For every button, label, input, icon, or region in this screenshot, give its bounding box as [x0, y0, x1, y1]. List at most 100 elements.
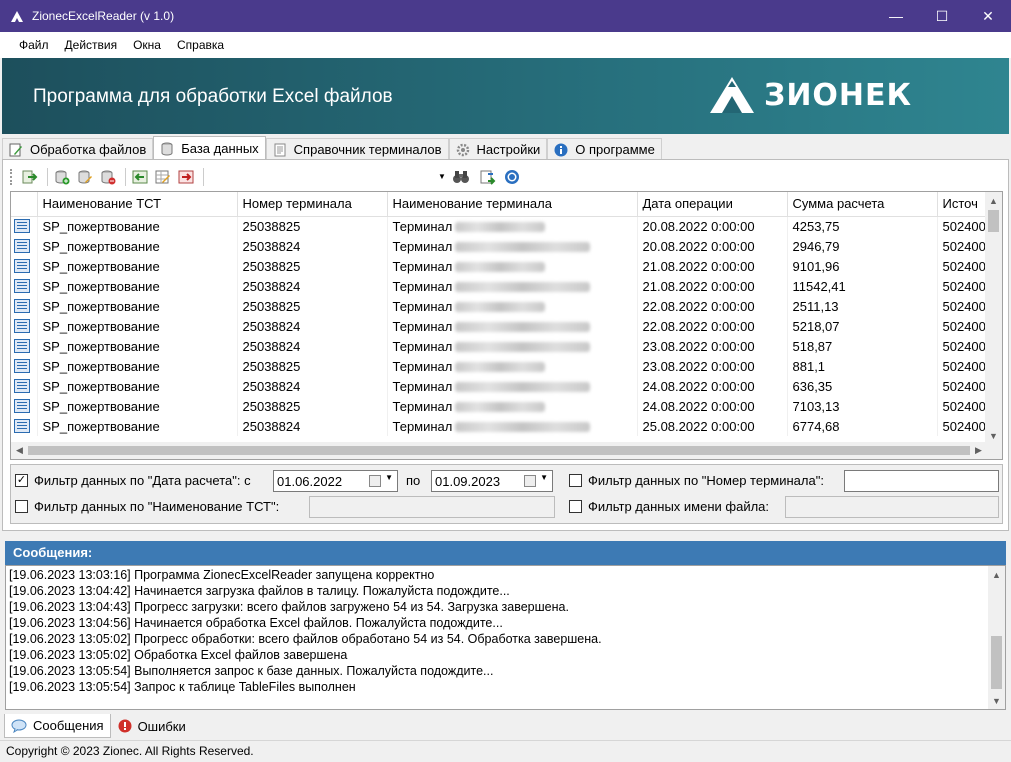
messages-vertical-scrollbar[interactable]: ▲ ▼: [988, 566, 1005, 709]
cell-terminal-name: Терминал: [387, 296, 638, 316]
export-button[interactable]: [176, 167, 196, 187]
load-arrow-icon: [22, 170, 38, 184]
cell-terminal-number: 25038824: [237, 276, 388, 296]
load-data-button[interactable]: [20, 167, 40, 187]
cell-amount: 636,35: [787, 376, 938, 396]
table-row[interactable]: SP_пожертвование 25038824 Терминал 21.08.20…: [11, 276, 998, 296]
table-row[interactable]: SP_пожертвование 25038825 Терминал 23.08.20…: [11, 356, 998, 376]
calendar-icon: [524, 475, 536, 487]
edit-record-button[interactable]: [75, 167, 95, 187]
minimize-button[interactable]: —: [873, 0, 919, 32]
table-row[interactable]: SP_пожертвование 25038825 Терминал 21.08.20…: [11, 256, 998, 276]
scroll-down-icon[interactable]: ▼: [988, 692, 1005, 709]
filename-filter-row: Фильтр данных имени файла:: [569, 499, 769, 514]
maximize-button[interactable]: ☐: [919, 0, 965, 32]
menu-file[interactable]: Файл: [11, 32, 57, 58]
tst-filter-input[interactable]: [309, 496, 555, 518]
file-edit-icon: [8, 142, 24, 158]
tab-settings[interactable]: Настройки: [448, 138, 548, 160]
table-row[interactable]: SP_пожертвование 25038825 Терминал 24.08.20…: [11, 396, 998, 416]
search-button[interactable]: [451, 167, 471, 187]
cell-terminal-name: Терминал: [387, 276, 638, 296]
cell-tst-name: SP_пожертвование: [37, 336, 238, 356]
data-table: Наименование ТСТ Номер терминала Наимено…: [11, 192, 998, 436]
menu-windows[interactable]: Окна: [125, 32, 169, 58]
cell-terminal-name: Терминал: [387, 416, 638, 436]
delete-record-button[interactable]: [98, 167, 118, 187]
table-row[interactable]: SP_пожертвование 25038824 Терминал 22.08.20…: [11, 316, 998, 336]
terminal-name-text: Терминал: [392, 338, 453, 354]
tab-terminal-directory[interactable]: Справочник терминалов: [265, 138, 449, 160]
col-header-amount[interactable]: Сумма расчета: [787, 192, 938, 217]
col-header-terminal-name[interactable]: Наименование терминала: [387, 192, 638, 217]
table-row[interactable]: SP_пожертвование 25038824 Терминал 25.08.20…: [11, 416, 998, 436]
close-button[interactable]: ✕: [965, 0, 1011, 32]
terminal-filter-checkbox[interactable]: [569, 474, 582, 487]
table-header-row: Наименование ТСТ Номер терминала Наимено…: [11, 192, 998, 217]
cell-terminal-name: Терминал: [387, 376, 638, 396]
scroll-thumb[interactable]: [988, 210, 999, 232]
date-from-picker[interactable]: 01.06.2022 ▼: [273, 470, 398, 492]
header-banner: Программа для обработки Excel файлов ЗИО…: [2, 58, 1009, 134]
cell-terminal-name: Терминал: [387, 336, 638, 356]
cell-operation-date: 20.08.2022 0:00:00: [637, 216, 788, 236]
db-delete-icon: [101, 170, 116, 185]
tst-filter-checkbox[interactable]: [15, 500, 28, 513]
filename-filter-checkbox[interactable]: [569, 500, 582, 513]
cell-terminal-name: Терминал: [387, 356, 638, 376]
col-header-icon[interactable]: [11, 192, 38, 217]
tab-about[interactable]: О программе: [547, 138, 662, 160]
tab-errors[interactable]: Ошибки: [111, 714, 193, 738]
grid-vertical-scrollbar[interactable]: ▲ ▼: [985, 192, 1002, 444]
title-bar: ZionecExcelReader (v 1.0) — ☐ ✕: [0, 0, 1011, 32]
date-to-picker[interactable]: 01.09.2023 ▼: [431, 470, 553, 492]
db-add-icon: [55, 170, 70, 185]
messages-log[interactable]: [19.06.2023 13:03:16] Программа ZionecEx…: [5, 565, 1006, 710]
row-icon-cell: [11, 376, 38, 396]
filename-filter-input[interactable]: [785, 496, 999, 518]
tab-database[interactable]: База данных: [153, 136, 266, 160]
document-icon: [272, 142, 288, 158]
edit-table-button[interactable]: [153, 167, 173, 187]
scroll-thumb[interactable]: [991, 636, 1002, 689]
col-header-tst-name[interactable]: Наименование ТСТ: [37, 192, 238, 217]
menu-help[interactable]: Справка: [169, 32, 232, 58]
toolbar-overflow-chevron-icon[interactable]: ▼: [438, 172, 446, 181]
col-header-operation-date[interactable]: Дата операции: [637, 192, 788, 217]
redacted-text: [455, 342, 591, 353]
table-row[interactable]: SP_пожертвование 25038824 Терминал 23.08.20…: [11, 336, 998, 356]
scroll-thumb[interactable]: [28, 446, 970, 455]
cell-amount: 2946,79: [787, 236, 938, 256]
col-header-terminal-number[interactable]: Номер терминала: [237, 192, 388, 217]
log-line: [19.06.2023 13:05:54] Запрос к таблице T…: [9, 680, 356, 694]
scroll-up-icon[interactable]: ▲: [985, 192, 1002, 209]
log-line: [19.06.2023 13:05:02] Прогресс обработки…: [9, 632, 602, 646]
tab-messages[interactable]: Сообщения: [4, 714, 111, 738]
status-bar: Copyright © 2023 Zionec. All Rights Rese…: [0, 740, 1011, 762]
table-row[interactable]: SP_пожертвование 25038824 Терминал 24.08.20…: [11, 376, 998, 396]
row-icon-cell: [11, 296, 38, 316]
stop-button[interactable]: [502, 167, 522, 187]
table-row[interactable]: SP_пожертвование 25038824 Терминал 20.08.20…: [11, 236, 998, 256]
import-button[interactable]: [130, 167, 150, 187]
add-record-button[interactable]: [52, 167, 72, 187]
scroll-left-icon[interactable]: ◀: [11, 442, 28, 459]
table-row[interactable]: SP_пожертвование 25038825 Терминал 20.08.20…: [11, 216, 998, 236]
tab-file-processing[interactable]: Обработка файлов: [2, 138, 154, 160]
cell-tst-name: SP_пожертвование: [37, 376, 238, 396]
terminal-filter-label: Фильтр данных по "Номер терминала":: [588, 473, 824, 488]
terminal-name-text: Терминал: [392, 418, 453, 434]
refresh-button[interactable]: [478, 167, 498, 187]
terminal-filter-input[interactable]: [844, 470, 999, 492]
grid-horizontal-scrollbar[interactable]: ◀ ▶: [11, 442, 987, 459]
menu-bar: Файл Действия Окна Справка: [0, 32, 1011, 58]
table-row[interactable]: SP_пожертвование 25038825 Терминал 22.08.20…: [11, 296, 998, 316]
menu-actions[interactable]: Действия: [57, 32, 126, 58]
date-filter-label: Фильтр данных по "Дата расчета": с: [34, 473, 251, 488]
cell-tst-name: SP_пожертвование: [37, 236, 238, 256]
scroll-up-icon[interactable]: ▲: [988, 566, 1005, 583]
tst-filter-row: Фильтр данных по "Наименование ТСТ":: [15, 499, 279, 514]
date-filter-checkbox[interactable]: ✓: [15, 474, 28, 487]
cell-amount: 7103,13: [787, 396, 938, 416]
data-grid[interactable]: Наименование ТСТ Номер терминала Наимено…: [10, 191, 1003, 460]
